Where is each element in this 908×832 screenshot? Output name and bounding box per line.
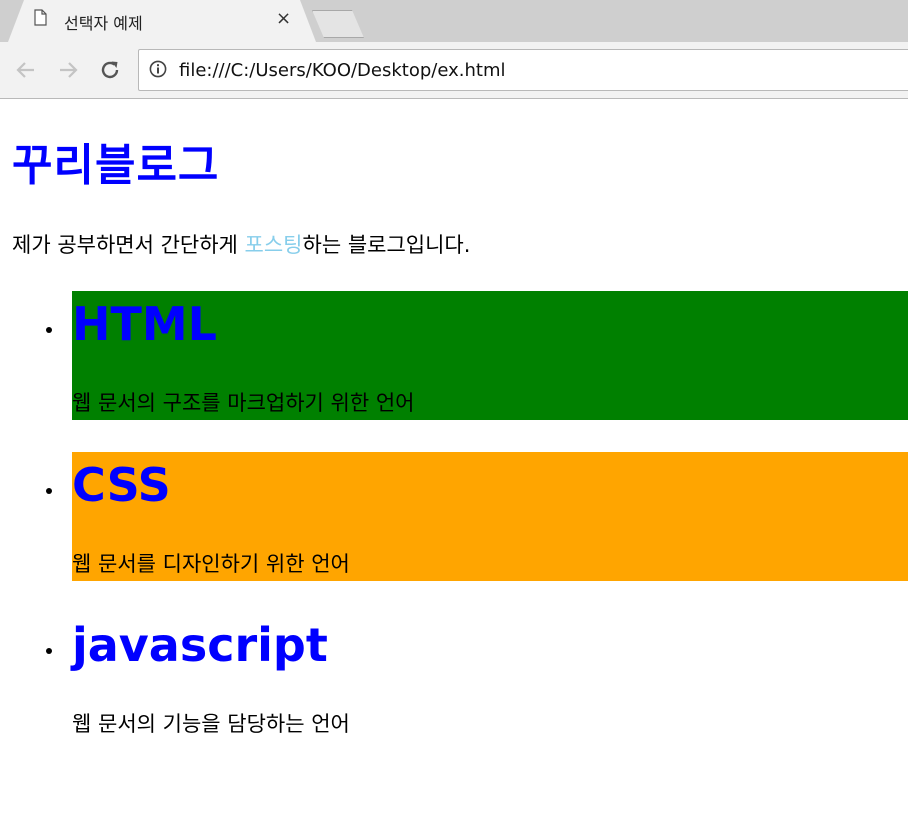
intro-text: 제가 공부하면서 간단하게 포스팅하는 블로그입니다.	[12, 229, 470, 259]
topic-description: 웹 문서를 디자인하기 위한 언어	[72, 552, 350, 576]
close-icon[interactable]: ×	[276, 9, 291, 29]
posting-link[interactable]: 포스팅	[245, 233, 303, 257]
topic-heading: CSS	[72, 458, 171, 512]
intro-text-end: 하는 블로그입니다.	[302, 233, 471, 257]
intro-text-start: 제가 공부하면서 간단하게	[12, 233, 245, 257]
topic-heading: javascript	[72, 618, 328, 672]
tab-active[interactable]	[8, 0, 316, 42]
page-title: 꾸리블로그	[12, 140, 220, 191]
reload-icon[interactable]	[98, 58, 122, 82]
tab-title: 선택자 예제	[64, 14, 143, 33]
tab-strip: 선택자 예제 ×	[0, 0, 908, 42]
browser-toolbar: file:///C:/Users/KOO/Desktop/ex.html	[0, 42, 908, 99]
list-bullet	[46, 488, 52, 494]
topic-item-css: CSS 웹 문서를 디자인하기 위한 언어	[46, 452, 908, 581]
list-bullet	[46, 648, 52, 654]
new-tab-button[interactable]	[312, 10, 364, 38]
info-icon[interactable]	[149, 60, 167, 78]
url-text[interactable]: file:///C:/Users/KOO/Desktop/ex.html	[179, 60, 506, 81]
topic-heading: HTML	[72, 297, 217, 351]
list-bullet	[46, 327, 52, 333]
topic-item-javascript: javascript 웹 문서의 기능을 담당하는 언어	[46, 612, 908, 741]
topic-description: 웹 문서의 기능을 담당하는 언어	[72, 712, 350, 736]
document-icon	[34, 9, 47, 26]
address-bar[interactable]: file:///C:/Users/KOO/Desktop/ex.html	[138, 49, 908, 91]
topic-item-html: HTML 웹 문서의 구조를 마크업하기 위한 언어	[46, 291, 908, 420]
topic-description: 웹 문서의 구조를 마크업하기 위한 언어	[72, 391, 415, 415]
back-arrow-icon[interactable]	[14, 58, 38, 82]
forward-arrow-icon[interactable]	[56, 58, 80, 82]
